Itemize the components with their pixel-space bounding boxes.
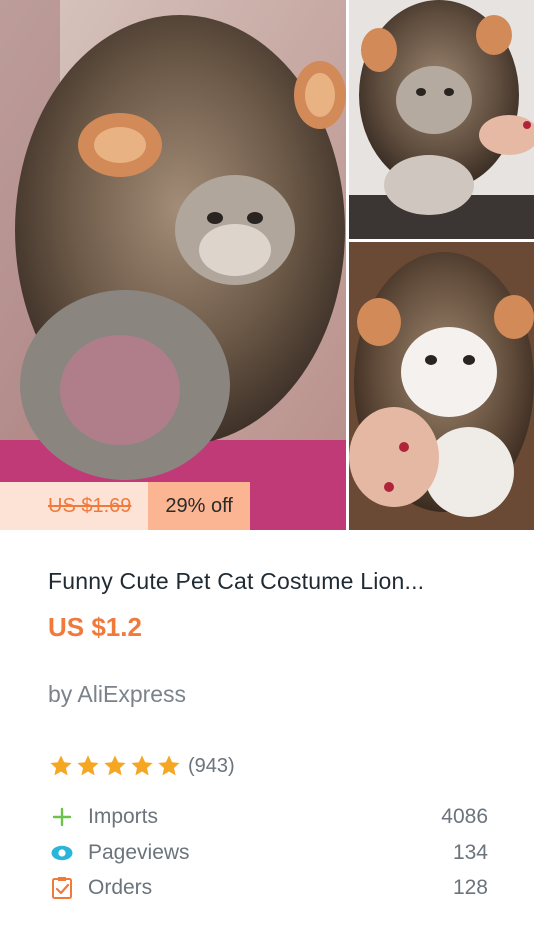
rating-count: (943) (188, 754, 235, 777)
discount-percent: 29% off (148, 482, 250, 530)
stat-orders: Orders 128 (48, 873, 488, 903)
star-icon (156, 753, 182, 779)
stat-value: 134 (452, 841, 488, 864)
stat-value: 128 (452, 876, 488, 899)
star-icon (48, 753, 74, 779)
stat-imports: Imports 4086 (48, 802, 488, 832)
star-icon (129, 753, 155, 779)
star-icon (75, 753, 101, 779)
checklist-icon (48, 874, 76, 902)
product-title[interactable]: Funny Cute Pet Cat Costume Lion... (48, 568, 424, 595)
stat-label: Imports (88, 805, 159, 828)
stat-label: Orders (88, 876, 153, 899)
seller-name: by AliExpress (48, 681, 187, 707)
rating-stars (48, 753, 182, 779)
eye-icon (48, 839, 76, 867)
stat-value: 4086 (441, 805, 488, 828)
plus-icon (48, 803, 76, 831)
original-price: US $1.69 (0, 482, 149, 530)
product-card[interactable]: US $1.69 29% off Funny Cute Pet Cat Cost… (0, 0, 534, 936)
product-image-thumb-1[interactable] (349, 0, 534, 239)
stat-pageviews: Pageviews 134 (48, 838, 488, 868)
product-gallery[interactable]: US $1.69 29% off (0, 0, 534, 530)
product-image-main[interactable] (0, 0, 346, 530)
star-icon (102, 753, 128, 779)
product-rating: (943) (48, 753, 235, 779)
product-price: US $1.2 (48, 612, 142, 642)
discount-badge: US $1.69 29% off (0, 482, 250, 530)
stat-label: Pageviews (88, 841, 190, 864)
product-image-thumb-2[interactable] (349, 242, 534, 530)
